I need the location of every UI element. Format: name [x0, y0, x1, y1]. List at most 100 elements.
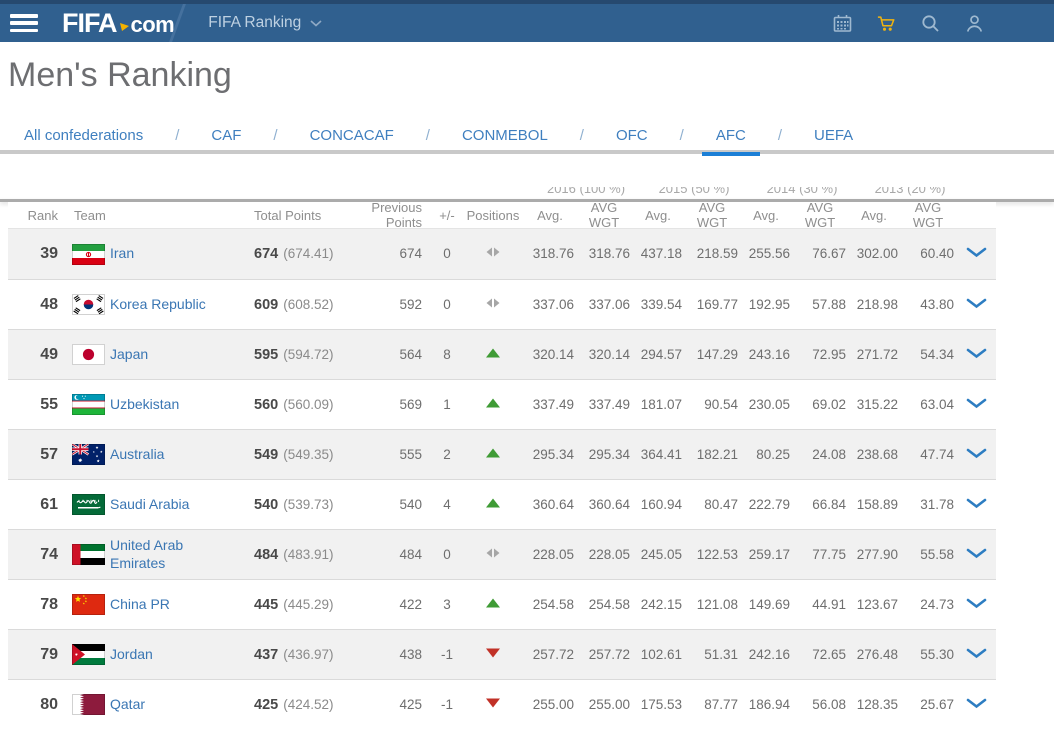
- tab-separator: /: [426, 127, 430, 144]
- team-link[interactable]: Korea Republic: [110, 296, 206, 312]
- team-link[interactable]: United Arab Emirates: [110, 537, 183, 571]
- tab-uefa[interactable]: UEFA: [800, 118, 867, 152]
- expand-row-chevron-icon[interactable]: [956, 296, 996, 314]
- avg-wgt-cell: 55.30: [900, 646, 956, 664]
- flag-qatar-icon: [66, 694, 110, 715]
- expand-row-chevron-icon[interactable]: [956, 496, 996, 514]
- section-dropdown[interactable]: FIFA Ranking: [208, 14, 322, 32]
- previous-points-cell: 564: [346, 346, 432, 364]
- team-link[interactable]: Australia: [110, 446, 164, 462]
- plus-minus-cell: 0: [432, 546, 462, 564]
- tab-conmebol[interactable]: CONMEBOL: [448, 118, 562, 152]
- positions-trend-up-icon: [462, 396, 524, 414]
- avg-cell: 259.17: [740, 546, 792, 564]
- avg-wgt-cell: 360.64: [576, 496, 632, 514]
- avg-wgt-cell: 318.76: [576, 245, 632, 263]
- tab-caf[interactable]: CAF: [197, 118, 255, 152]
- flag-uae-icon: [66, 544, 110, 565]
- positions-trend-down-icon: [462, 646, 524, 664]
- cart-icon[interactable]: [877, 14, 896, 33]
- col-header-positions: Positions: [462, 208, 524, 223]
- table-row: 61Saudi Arabia540(539.73)5404360.64360.6…: [8, 479, 996, 529]
- table-row: 79Jordan437(436.97)438-1257.72257.72102.…: [8, 629, 996, 679]
- tab-afc[interactable]: AFC: [702, 118, 760, 152]
- user-icon[interactable]: [965, 14, 984, 33]
- team-link[interactable]: Uzbekistan: [110, 396, 179, 412]
- col-header-avg-2015: Avg.: [632, 208, 684, 223]
- team-link[interactable]: Japan: [110, 346, 148, 362]
- flag-jordan-icon: [66, 644, 110, 665]
- search-icon[interactable]: [921, 14, 940, 33]
- avg-cell: 218.98: [848, 296, 900, 314]
- avg-wgt-cell: 69.02: [792, 396, 848, 414]
- expand-row-chevron-icon[interactable]: [956, 245, 996, 263]
- expand-row-chevron-icon[interactable]: [956, 396, 996, 414]
- team-cell: Jordan: [110, 646, 240, 664]
- previous-points-cell: 592: [346, 296, 432, 314]
- calendar-icon[interactable]: [833, 14, 852, 33]
- flag-korea-icon: [66, 294, 110, 315]
- expand-row-chevron-icon[interactable]: [956, 596, 996, 614]
- avg-wgt-cell: 337.06: [576, 296, 632, 314]
- expand-row-chevron-icon[interactable]: [956, 546, 996, 564]
- avg-cell: 271.72: [848, 346, 900, 364]
- team-link[interactable]: China PR: [110, 596, 170, 612]
- rank-cell: 55: [8, 396, 66, 414]
- year-group-headers: 2016 (100 %)2015 (50 %)2014 (30 %)2013 (…: [0, 187, 1054, 199]
- plus-minus-cell: 4: [432, 496, 462, 514]
- avg-cell: 192.95: [740, 296, 792, 314]
- avg-cell: 295.34: [524, 446, 576, 464]
- rank-cell: 78: [8, 596, 66, 614]
- previous-points-cell: 422: [346, 596, 432, 614]
- avg-wgt-cell: 25.67: [900, 696, 956, 714]
- team-link[interactable]: Jordan: [110, 646, 153, 662]
- avg-cell: 255.56: [740, 245, 792, 263]
- expand-row-chevron-icon[interactable]: [956, 696, 996, 714]
- avg-cell: 80.25: [740, 446, 792, 464]
- avg-wgt-cell: 228.05: [576, 546, 632, 564]
- avg-wgt-cell: 44.91: [792, 596, 848, 614]
- rank-cell: 79: [8, 646, 66, 664]
- avg-cell: 364.41: [632, 446, 684, 464]
- avg-cell: 242.16: [740, 646, 792, 664]
- avg-wgt-cell: 57.88: [792, 296, 848, 314]
- avg-cell: 294.57: [632, 346, 684, 364]
- chevron-down-icon: [310, 20, 322, 27]
- tab-all-confederations[interactable]: All confederations: [10, 118, 157, 152]
- rank-cell: 39: [8, 245, 66, 263]
- fifa-logo[interactable]: FIFA com: [62, 10, 174, 37]
- table-row: 57Australia549(549.35)5552295.34295.3436…: [8, 429, 996, 479]
- avg-cell: 320.14: [524, 346, 576, 364]
- previous-points-cell: 674: [346, 245, 432, 263]
- table-row: 48Korea Republic609(608.52)5920337.06337…: [8, 279, 996, 329]
- positions-trend-up-icon: [462, 496, 524, 514]
- tab-ofc[interactable]: OFC: [602, 118, 662, 152]
- expand-row-chevron-icon[interactable]: [956, 446, 996, 464]
- avg-wgt-cell: 47.74: [900, 446, 956, 464]
- team-link[interactable]: Qatar: [110, 696, 145, 712]
- expand-row-chevron-icon[interactable]: [956, 346, 996, 364]
- avg-wgt-cell: 72.65: [792, 646, 848, 664]
- avg-wgt-cell: 122.53: [684, 546, 740, 564]
- col-header-team: Team: [66, 208, 240, 223]
- avg-wgt-cell: 121.08: [684, 596, 740, 614]
- team-link[interactable]: Iran: [110, 245, 134, 261]
- menu-icon[interactable]: [10, 13, 38, 33]
- plus-minus-cell: 8: [432, 346, 462, 364]
- avg-cell: 149.69: [740, 596, 792, 614]
- plus-minus-cell: 0: [432, 296, 462, 314]
- avg-cell: 337.49: [524, 396, 576, 414]
- team-cell: China PR: [110, 596, 240, 614]
- avg-cell: 318.76: [524, 245, 576, 263]
- team-link[interactable]: Saudi Arabia: [110, 496, 189, 512]
- avg-wgt-cell: 257.72: [576, 646, 632, 664]
- avg-cell: 175.53: [632, 696, 684, 714]
- expand-row-chevron-icon[interactable]: [956, 646, 996, 664]
- previous-points-cell: 540: [346, 496, 432, 514]
- avg-cell: 243.16: [740, 346, 792, 364]
- team-cell: United Arab Emirates: [110, 537, 240, 573]
- avg-cell: 181.07: [632, 396, 684, 414]
- positions-trend-up-icon: [462, 446, 524, 464]
- avg-wgt-cell: 76.67: [792, 245, 848, 263]
- tab-concacaf[interactable]: CONCACAF: [296, 118, 408, 152]
